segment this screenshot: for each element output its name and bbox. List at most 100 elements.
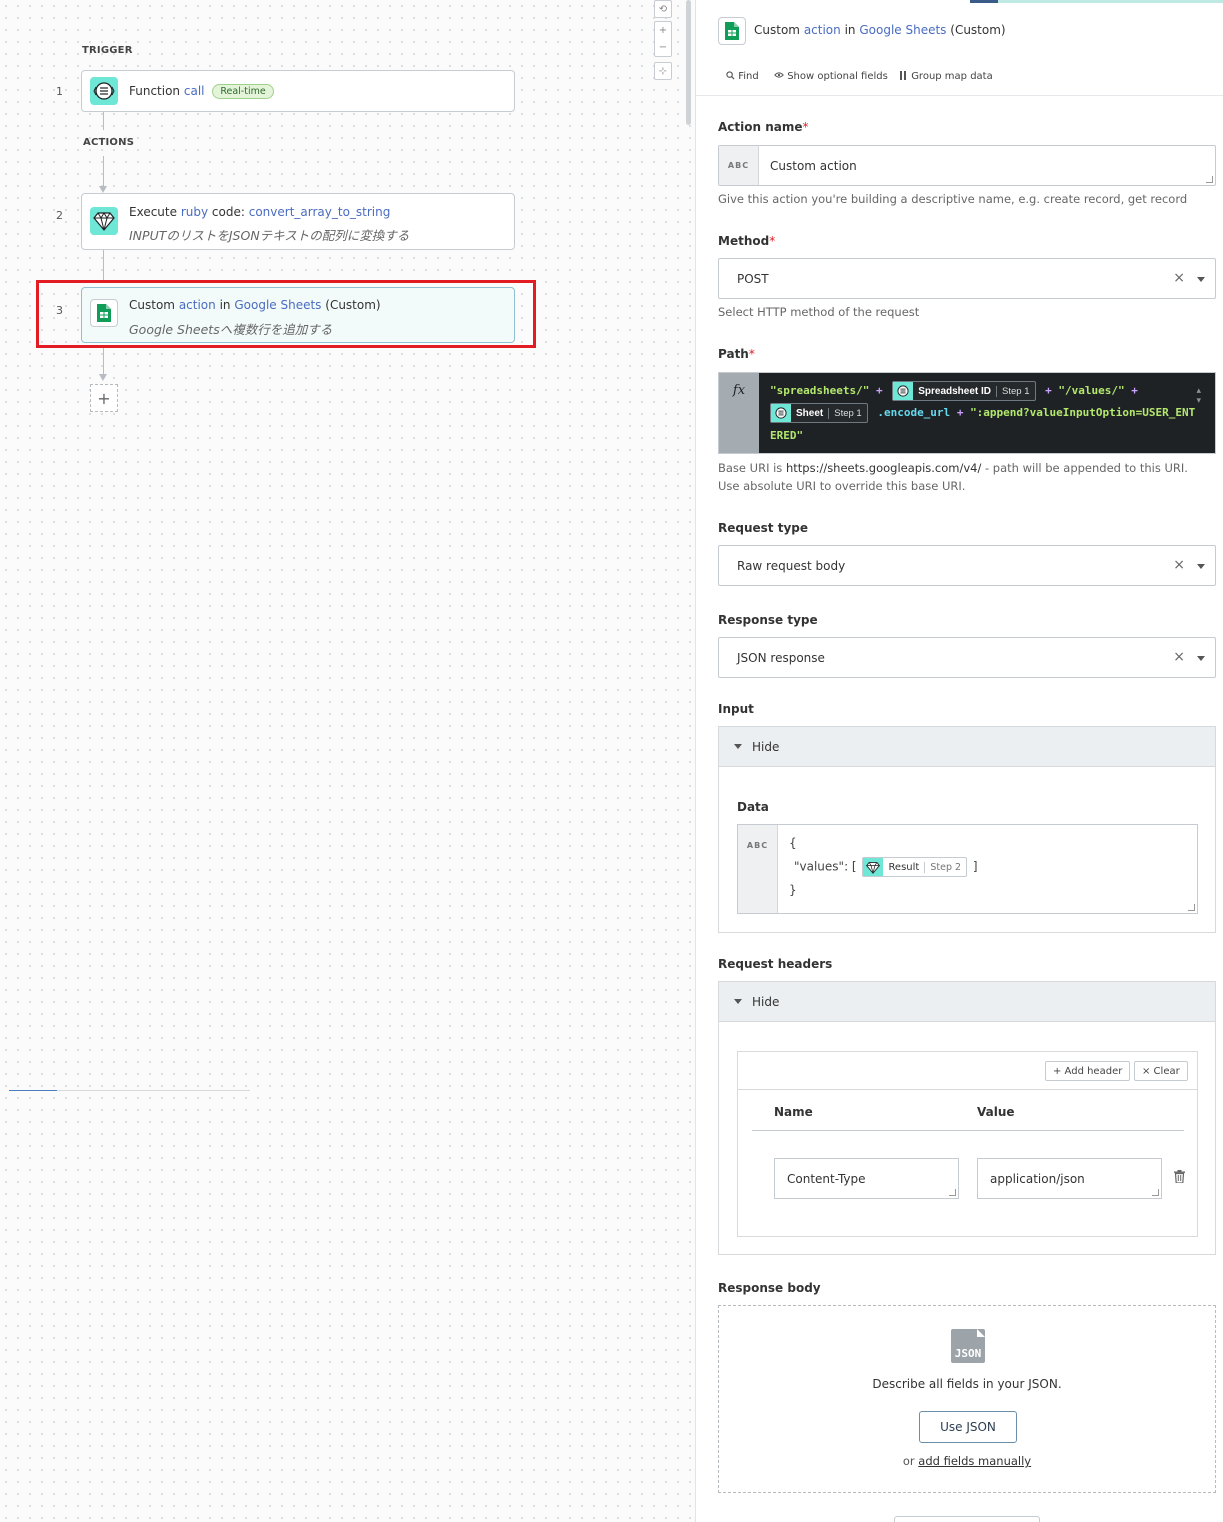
zoom-out-button[interactable]: −: [659, 39, 667, 56]
data-input[interactable]: ABC { "values": [ Result Step 2 ] }: [737, 824, 1198, 914]
step-number: 2: [56, 209, 63, 222]
input-toggle[interactable]: Hide: [719, 727, 1215, 767]
selection-highlight: [36, 280, 536, 348]
request-type-select[interactable]: Raw request body ×: [718, 545, 1216, 586]
formula-mode-icon: fx: [719, 373, 759, 453]
operator: +: [875, 384, 883, 397]
resize-handle[interactable]: [1152, 1189, 1159, 1196]
datapill-step: Step 2: [924, 861, 966, 873]
group-icon: [900, 71, 906, 80]
function-call-icon: [771, 404, 791, 422]
datapill-name: Sheet: [796, 407, 824, 419]
divider: [738, 1089, 1197, 1090]
action-name-label: Action name*: [718, 120, 809, 134]
title-app: Google Sheets: [859, 23, 947, 37]
fit-view-button[interactable]: ⊹: [654, 62, 672, 80]
response-body-label: Response body: [718, 1281, 821, 1295]
clear-icon[interactable]: ×: [1173, 649, 1185, 665]
step-description: INPUTのリストをJSONテキストの配列に変換する: [129, 228, 410, 243]
request-headers-toggle[interactable]: Hide: [719, 982, 1215, 1022]
request-type-value: Raw request body: [737, 559, 846, 573]
clear-icon[interactable]: ×: [1173, 557, 1185, 573]
bottom-button[interactable]: [894, 1516, 1040, 1522]
resize-handle[interactable]: [1188, 904, 1195, 911]
search-icon: [726, 71, 735, 80]
path-label-text: Path: [718, 347, 749, 361]
add-header-button[interactable]: + Add header: [1045, 1061, 1131, 1081]
add-step-button[interactable]: +: [90, 384, 118, 412]
canvas-hscroll-thumb[interactable]: [9, 1090, 57, 1091]
step-title: Function call Real-time: [129, 84, 274, 99]
data-label: Data: [737, 800, 769, 814]
chevron-down-icon[interactable]: [1197, 277, 1205, 282]
request-headers-section: Hide + Add header × Clear Name Value Con…: [718, 981, 1216, 1255]
string-literal: ":append?valueInputOption=USER_ENT: [970, 406, 1196, 419]
step-card-function-call[interactable]: Function call Real-time: [81, 70, 515, 112]
trigger-label: TRIGGER: [82, 45, 133, 56]
ruby-gem-icon: [863, 858, 884, 876]
trash-icon[interactable]: [1174, 1170, 1185, 1183]
caret-down-icon: [734, 999, 742, 1004]
action-name-input[interactable]: ABC Custom action: [718, 145, 1216, 186]
step-card-execute-ruby[interactable]: Execute ruby code: convert_array_to_stri…: [81, 193, 515, 250]
reset-zoom-button[interactable]: ⟲: [654, 0, 672, 18]
connector: [103, 250, 104, 280]
resize-handle[interactable]: [1206, 176, 1213, 183]
header-name-value: Content-Type: [787, 1172, 866, 1186]
formula-line-3: ERED": [770, 429, 803, 442]
clear-icon[interactable]: ×: [1173, 270, 1185, 286]
datapill-spreadsheet-id[interactable]: Spreadsheet ID Step 1: [892, 381, 1036, 401]
step-title-middle: code:: [211, 205, 245, 219]
operator: +: [956, 406, 964, 419]
step-config-panel: Custom action in Google Sheets (Custom) …: [695, 0, 1223, 1522]
resize-handle[interactable]: [949, 1189, 956, 1196]
step-title-prefix: Execute: [129, 205, 177, 219]
google-sheets-icon: [718, 17, 746, 45]
title-prefix: Custom: [754, 23, 800, 37]
zoom-in-button[interactable]: +: [659, 22, 667, 39]
base-uri: https://sheets.googleapis.com/v4/: [785, 461, 982, 475]
tab-progress-line: [998, 0, 1223, 3]
caret-down-icon: [734, 744, 742, 749]
operator: +: [1045, 384, 1052, 397]
canvas-scrollbar[interactable]: [686, 0, 691, 125]
step-title-keyword: ruby: [180, 205, 209, 219]
response-type-select[interactable]: JSON response ×: [718, 637, 1216, 678]
datapill-name: Result: [888, 861, 920, 873]
datapill-name: Spreadsheet ID: [918, 385, 992, 397]
operator: +: [1131, 384, 1138, 397]
eye-icon: [774, 72, 784, 78]
method-call: .encode_url: [877, 406, 951, 419]
chevron-down-icon[interactable]: [1197, 564, 1205, 569]
use-json-button[interactable]: Use JSON: [919, 1411, 1017, 1443]
add-fields-manually-link[interactable]: add fields manually: [918, 1454, 1031, 1468]
method-select[interactable]: POST ×: [718, 258, 1216, 299]
show-optional-fields-button[interactable]: Show optional fields: [774, 71, 888, 82]
method-value: POST: [737, 272, 769, 286]
string-literal: "/values/": [1058, 384, 1125, 397]
find-label: Find: [738, 71, 759, 82]
connector: [103, 112, 104, 130]
datapill-result[interactable]: Result Step 2: [862, 857, 968, 877]
header-value-input[interactable]: application/json: [977, 1158, 1162, 1199]
datapill-sheet[interactable]: Sheet Step 1: [770, 403, 868, 423]
canvas-hscroll-track: [57, 1090, 250, 1091]
or-text: or: [902, 1454, 915, 1468]
path-hint: Base URI is https://sheets.googleapis.co…: [718, 459, 1188, 495]
header-name-input[interactable]: Content-Type: [774, 1158, 959, 1199]
clear-headers-button[interactable]: × Clear: [1134, 1061, 1188, 1081]
step-title-name: convert_array_to_string: [248, 205, 391, 219]
response-type-label: Response type: [718, 613, 818, 627]
request-type-label: Request type: [718, 521, 808, 535]
arrow-down: [99, 186, 107, 193]
formula-scroll-arrows[interactable]: ▴ ▾: [1196, 386, 1201, 406]
title-suffix: (Custom): [950, 23, 1006, 37]
group-map-data-button[interactable]: Group map data: [900, 71, 993, 82]
path-formula-input[interactable]: fx "spreadsheets/" + Spreadsheet ID Step…: [718, 372, 1216, 454]
chevron-down-icon[interactable]: [1197, 656, 1205, 661]
hide-label: Hide: [752, 740, 780, 754]
text-type-icon: ABC: [738, 825, 778, 913]
request-headers-label: Request headers: [718, 957, 833, 971]
find-button[interactable]: Find: [726, 71, 759, 82]
column-header-name: Name: [774, 1105, 813, 1119]
